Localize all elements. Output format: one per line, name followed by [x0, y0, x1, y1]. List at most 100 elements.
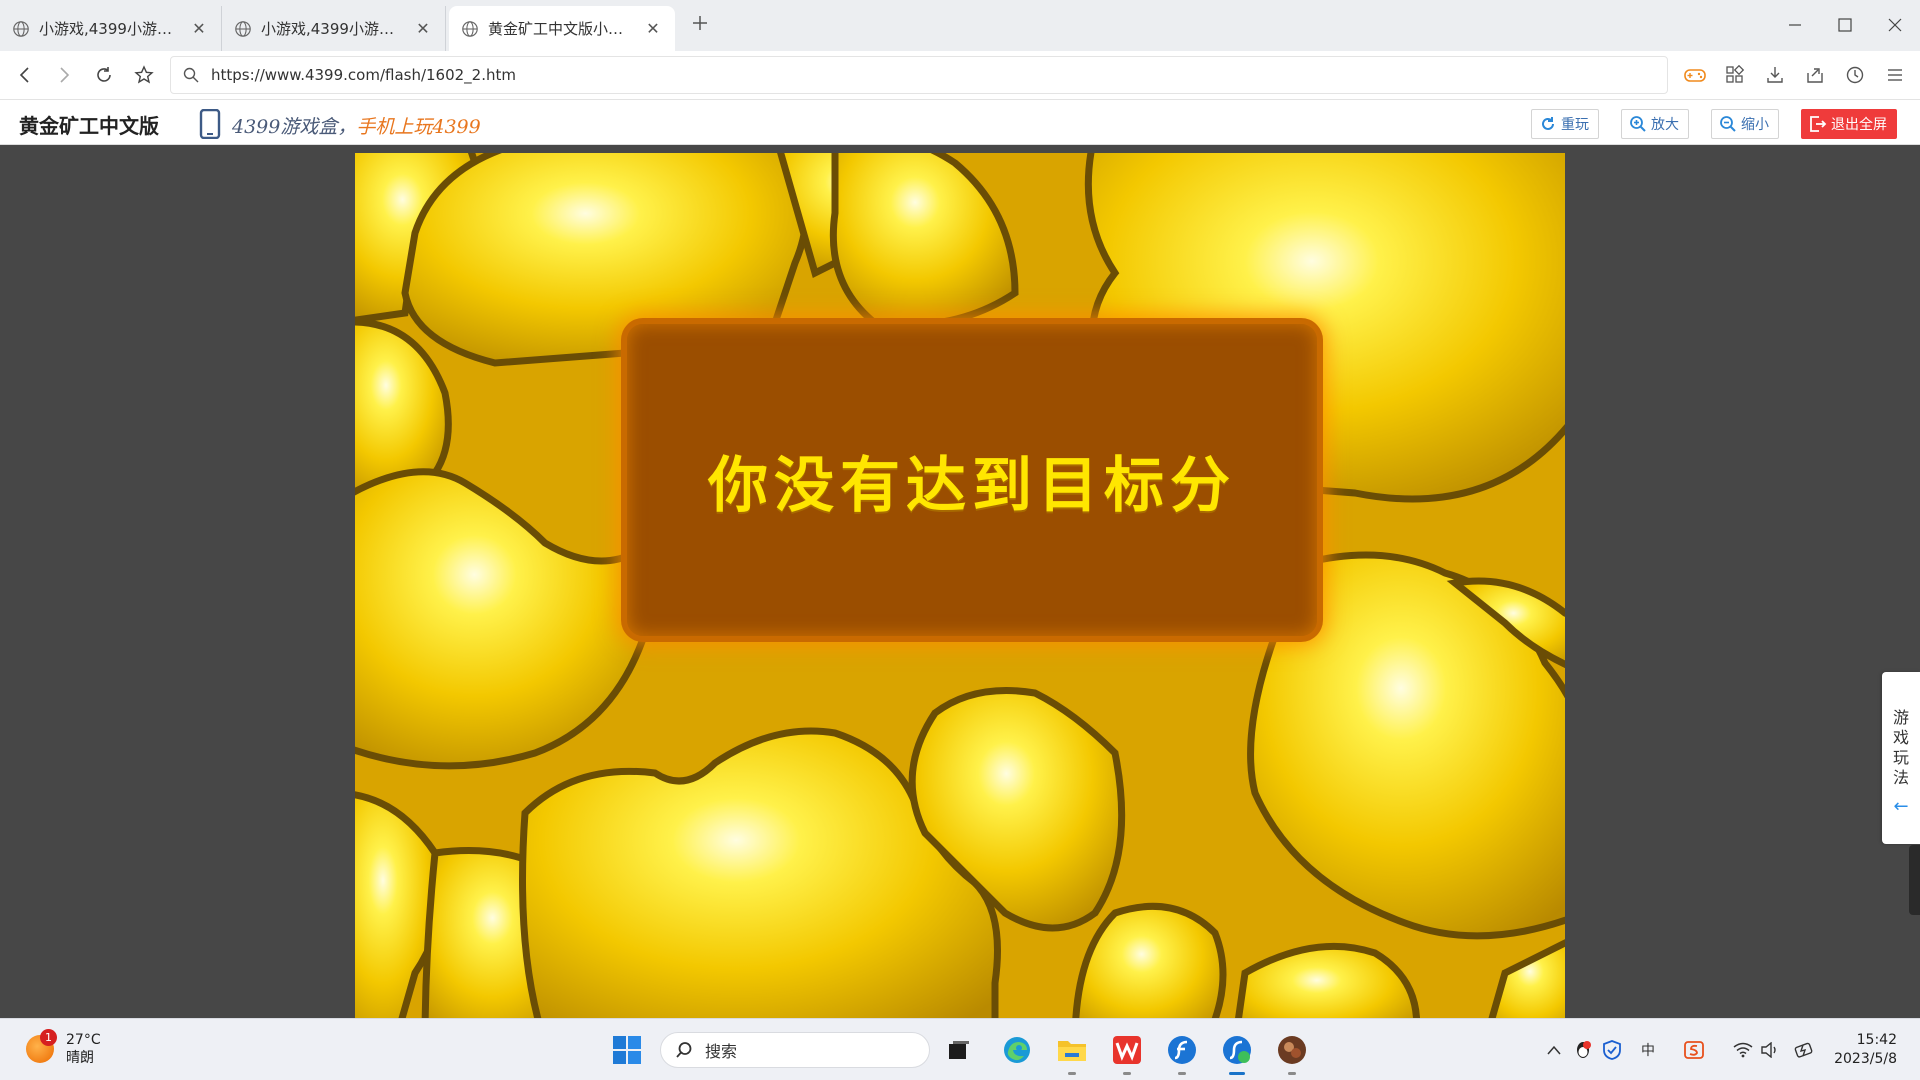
new-tab-button[interactable]: [688, 11, 712, 35]
close-tab-icon[interactable]: ✕: [189, 19, 209, 39]
flash-player-button[interactable]: [1165, 1033, 1199, 1075]
zoom-in-icon: [1630, 116, 1646, 132]
apps-button[interactable]: [1722, 62, 1748, 88]
flash-icon: [1168, 1036, 1196, 1064]
game-browser-button[interactable]: [1220, 1033, 1254, 1075]
battery-icon: [1794, 1042, 1813, 1058]
menu-button[interactable]: [1882, 62, 1908, 88]
active-indicator: [1229, 1072, 1245, 1075]
back-button[interactable]: [12, 62, 38, 88]
tab-title: 小游戏,4399小游戏,...: [39, 20, 181, 38]
target-not-reached-message: 你没有达到目标分: [708, 450, 1236, 521]
game-avatar-icon: [1278, 1036, 1306, 1064]
browser-toolbar: https://www.4399.com/flash/1602_2.htm: [0, 51, 1920, 100]
speaker-icon: [1761, 1042, 1776, 1058]
history-button[interactable]: [1842, 62, 1868, 88]
tab-2[interactable]: 小游戏,4399小游戏... ✕: [222, 6, 446, 51]
game-guide-side-tab[interactable]: 游 戏 玩 法 ←: [1882, 672, 1920, 844]
notification-badge: 1: [40, 1029, 57, 1046]
edge-icon: [1004, 1037, 1030, 1063]
sun-icon: 1: [26, 1029, 57, 1063]
tab-title: 小游戏,4399小游戏...: [261, 20, 405, 38]
task-view-button[interactable]: [942, 1033, 976, 1067]
windows-logo-icon: [613, 1036, 641, 1064]
system-clock[interactable]: 15:42 2023/5/8: [1833, 1031, 1897, 1069]
zoom-in-button[interactable]: 放大: [1621, 109, 1689, 139]
hamburger-menu-icon: [1888, 69, 1902, 81]
qq-icon: [1577, 1041, 1591, 1058]
side-tab-char: 法: [1893, 768, 1910, 787]
phone-icon: [199, 109, 221, 139]
search-placeholder: 搜索: [705, 1042, 738, 1061]
input-method-icon: [1684, 1041, 1704, 1059]
share-icon: [1807, 68, 1823, 83]
tab-title: 黄金矿工中文版小游...: [488, 20, 635, 38]
close-tab-icon[interactable]: ✕: [643, 19, 663, 39]
apps-grid-icon: [1726, 65, 1745, 83]
zoom-in-label: 放大: [1651, 117, 1679, 133]
game-box-promo-link[interactable]: 4399游戏盒，手机上玩4399: [232, 112, 481, 139]
search-icon: [183, 67, 199, 83]
side-tab-char: 游: [1893, 708, 1910, 727]
forward-button[interactable]: [51, 62, 77, 88]
search-icon: [676, 1042, 692, 1058]
weather-condition: 晴朗: [66, 1050, 94, 1066]
running-indicator: [1123, 1072, 1131, 1075]
game-app-button[interactable]: [1275, 1033, 1309, 1075]
tab-1[interactable]: 小游戏,4399小游戏,... ✕: [0, 6, 222, 51]
taskbar-search[interactable]: 搜索: [660, 1032, 930, 1068]
downloads-button[interactable]: [1762, 62, 1788, 88]
game-header-bar: 黄金矿工中文版 4399游戏盒，手机上玩4399 重玩 放大 缩小 退出全屏: [0, 101, 1920, 145]
zoom-out-button[interactable]: 缩小: [1711, 109, 1779, 139]
start-button[interactable]: [610, 1033, 644, 1067]
maximize-button[interactable]: [1830, 10, 1860, 40]
task-view-icon: [949, 1041, 969, 1059]
weather-temperature: 27°C: [66, 1032, 101, 1048]
exit-fullscreen-icon: [1810, 116, 1827, 132]
zoom-out-label: 缩小: [1741, 117, 1769, 133]
arrow-left-icon: ←: [1893, 796, 1909, 817]
replay-icon: [1542, 117, 1554, 130]
file-explorer-button[interactable]: [1055, 1033, 1089, 1075]
wifi-tray-button[interactable]: [1732, 1039, 1754, 1061]
weather-widget[interactable]: 1 27°C 晴朗: [26, 1029, 101, 1067]
share-button[interactable]: [1802, 62, 1828, 88]
chevron-up-icon: [1547, 1045, 1561, 1055]
edge-browser-button[interactable]: [1000, 1033, 1034, 1067]
shield-icon: [1603, 1040, 1621, 1060]
gamepad-icon: [1684, 69, 1706, 82]
close-tab-icon[interactable]: ✕: [413, 19, 433, 39]
side-tab-char: 戏: [1893, 728, 1910, 747]
zoom-out-icon: [1720, 116, 1736, 132]
minimize-button[interactable]: [1780, 10, 1810, 40]
favorite-button[interactable]: [131, 62, 157, 88]
exit-fullscreen-label: 退出全屏: [1831, 117, 1887, 133]
game-center-button[interactable]: [1682, 62, 1708, 88]
minimize-icon: [1789, 24, 1801, 26]
side-scroll-handle[interactable]: [1909, 845, 1920, 915]
folder-icon: [1058, 1041, 1086, 1061]
wps-office-button[interactable]: [1110, 1033, 1144, 1075]
sogou-tray-button[interactable]: [1683, 1039, 1705, 1061]
exit-fullscreen-button[interactable]: 退出全屏: [1801, 109, 1897, 139]
page-content: 你没有达到目标分 游 戏 玩 法 ←: [0, 145, 1920, 1018]
tab-3-active[interactable]: 黄金矿工中文版小游... ✕: [449, 6, 675, 51]
arrow-left-icon: [19, 67, 29, 83]
replay-label: 重玩: [1561, 117, 1589, 133]
replay-button[interactable]: 重玩: [1531, 109, 1599, 139]
globe-icon: [462, 20, 478, 37]
qq-tray-button[interactable]: [1572, 1039, 1594, 1061]
show-hidden-icons-button[interactable]: [1543, 1039, 1565, 1061]
battery-tray-button[interactable]: [1793, 1039, 1815, 1061]
globe-icon: [13, 20, 29, 37]
address-bar[interactable]: https://www.4399.com/flash/1602_2.htm: [170, 56, 1668, 94]
volume-tray-button[interactable]: [1759, 1039, 1781, 1061]
ime-indicator[interactable]: 中: [1637, 1039, 1659, 1061]
result-panel: 你没有达到目标分: [627, 324, 1317, 636]
game-title: 黄金矿工中文版: [19, 114, 159, 138]
game-canvas[interactable]: 你没有达到目标分: [355, 153, 1565, 1018]
security-tray-button[interactable]: [1601, 1039, 1623, 1061]
side-tab-char: 玩: [1893, 748, 1910, 767]
reload-button[interactable]: [91, 62, 117, 88]
close-window-button[interactable]: [1880, 10, 1910, 40]
